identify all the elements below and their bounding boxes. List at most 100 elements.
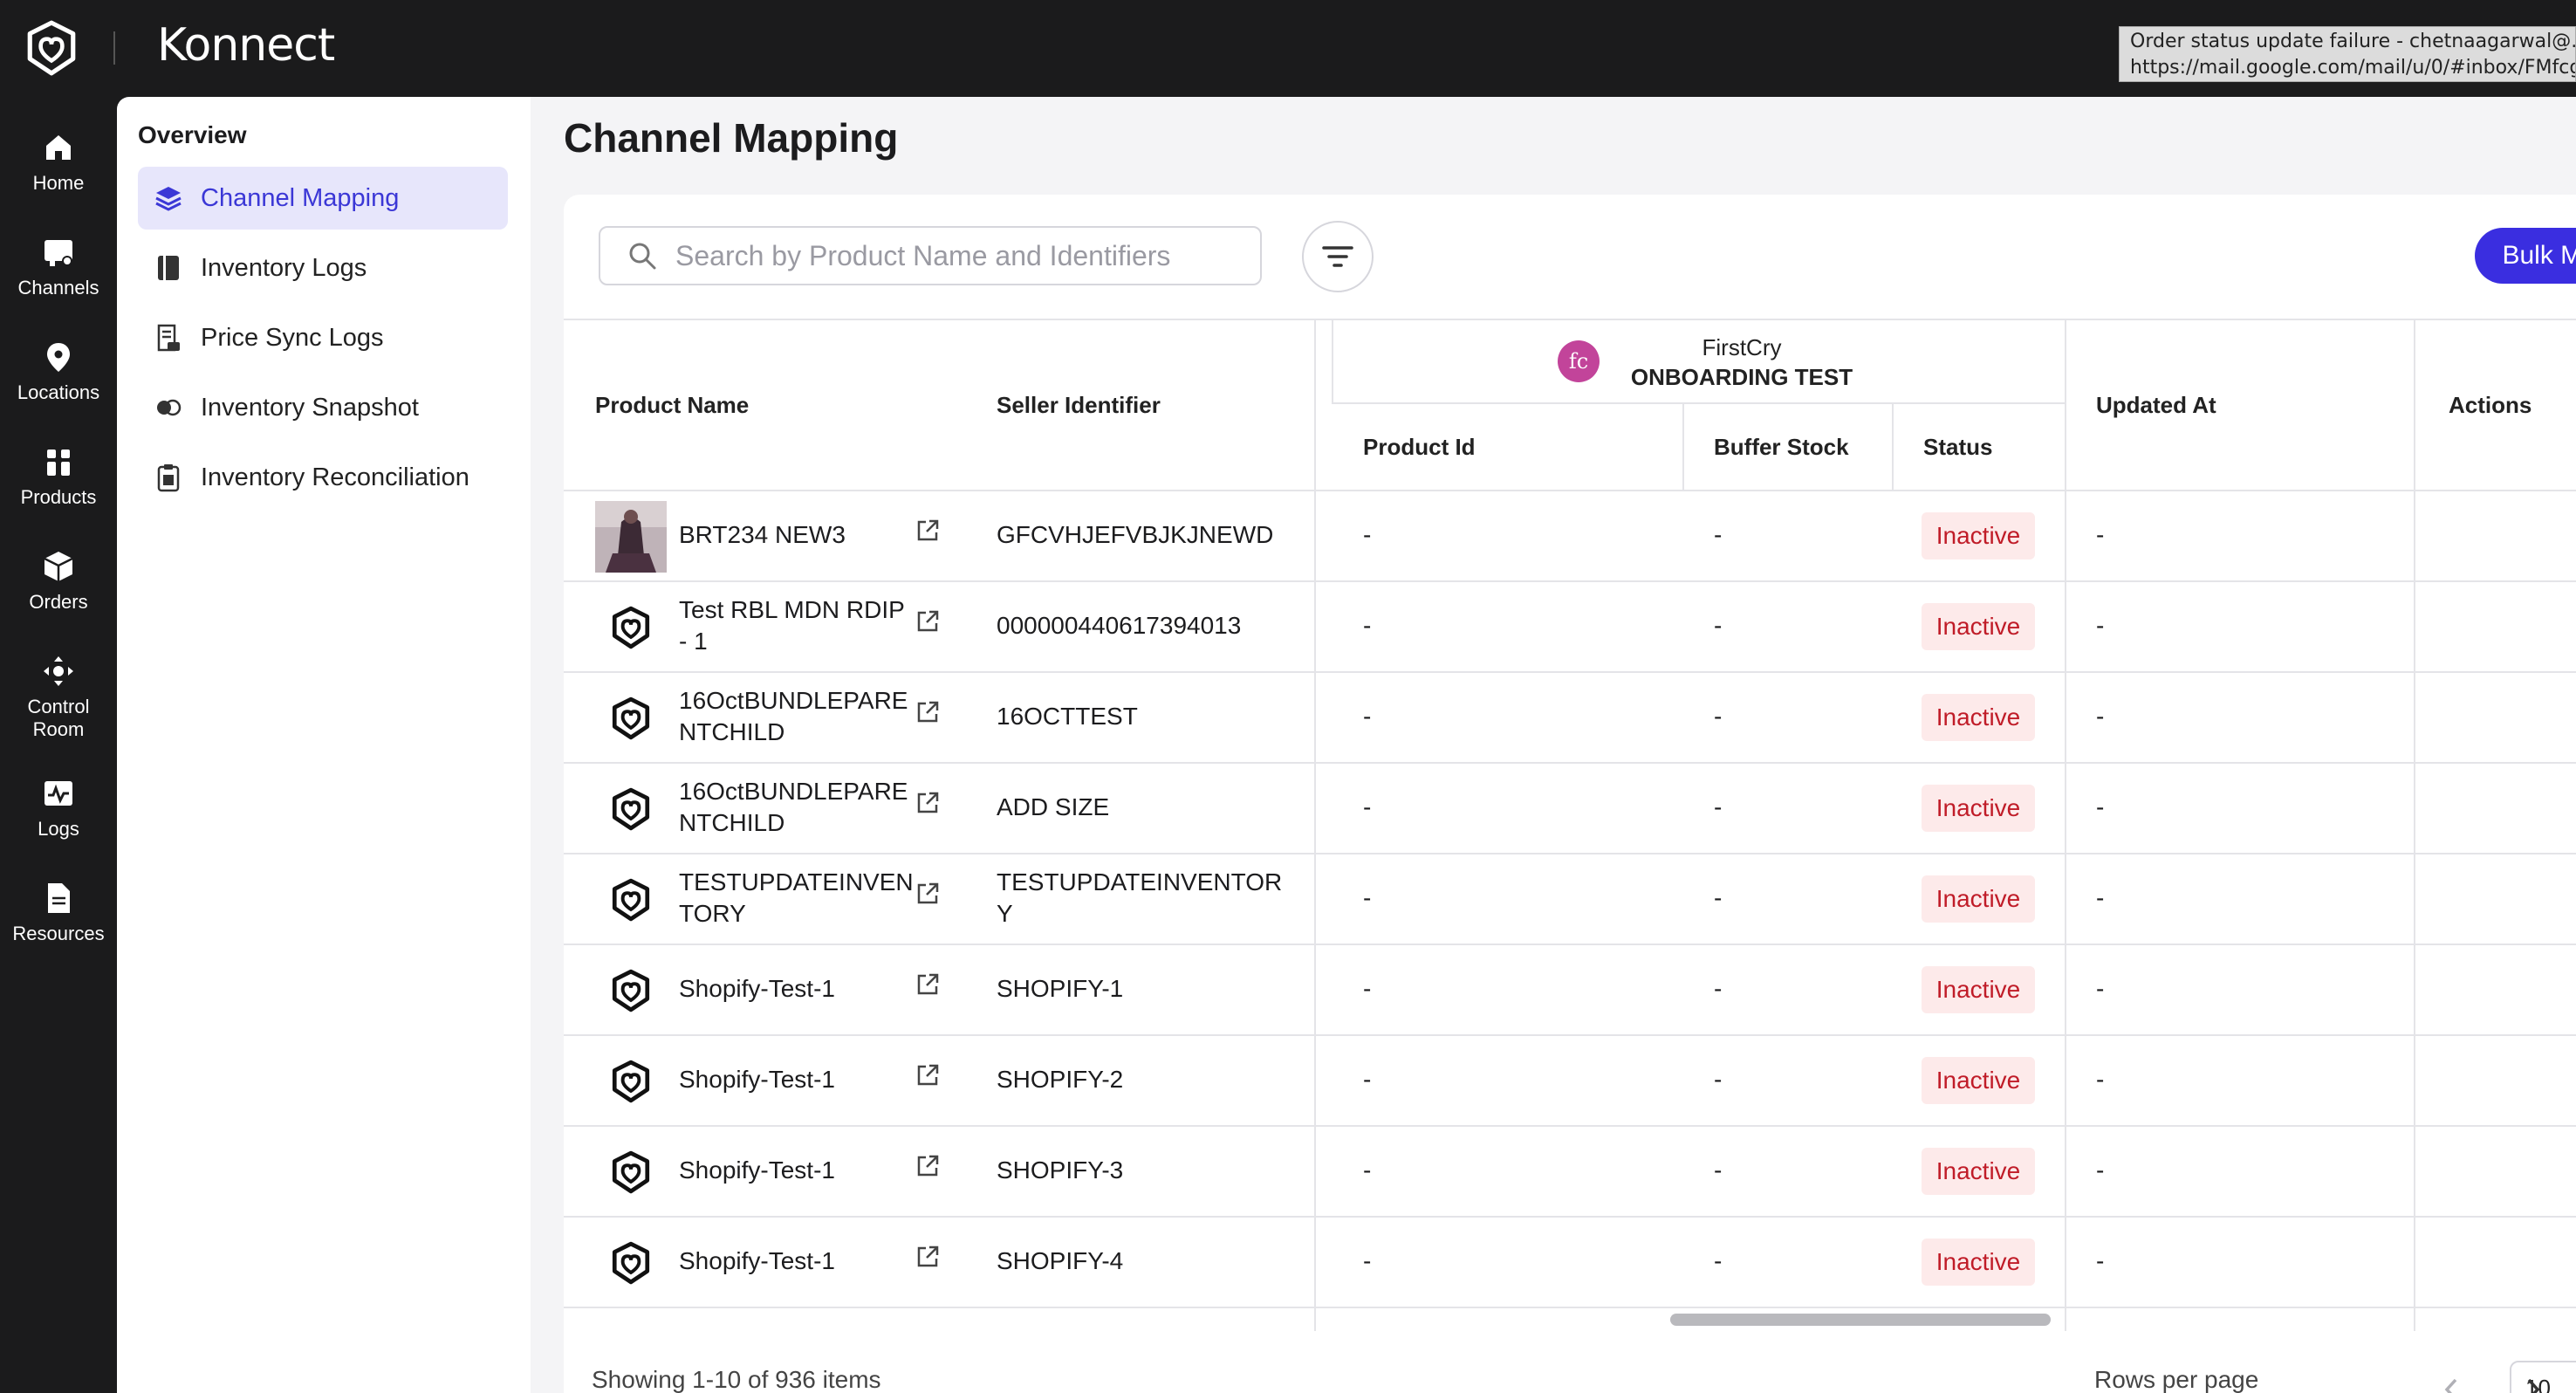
external-link-icon[interactable] <box>915 971 941 998</box>
header-product-id[interactable]: Product Id <box>1363 434 1476 461</box>
rail-item-orders[interactable]: Orders <box>0 549 117 614</box>
table-row[interactable]: Shopify-Test-1 SHOPIFY-4 - - Inactive - <box>564 1218 2576 1308</box>
rail-item-control-room[interactable]: Control Room <box>0 654 117 741</box>
sidebar-item-inventory-reconciliation[interactable]: Inventory Reconciliation <box>138 446 508 509</box>
rail-item-channels[interactable]: Channels <box>0 235 117 299</box>
rail-label: Orders <box>29 591 88 613</box>
table-row[interactable]: TESTUPDATEINVEN TORY TESTUPDATEINVENTOR Y - -… <box>564 854 2576 945</box>
external-link-icon[interactable] <box>915 608 941 635</box>
sidebar-item-inventory-snapshot[interactable]: Inventory Snapshot <box>138 376 508 439</box>
rows-per-page-label: Rows per page <box>2094 1366 2259 1393</box>
product-name-cell: Shopify-Test-1 <box>679 1155 906 1186</box>
product-name-cell: Test RBL MDN RDIP - 1 <box>679 594 906 657</box>
header-actions: Actions <box>2449 392 2532 418</box>
product-name: Shopify-Test-1 <box>679 1066 835 1093</box>
seller-identifier: SHOPIFY-3 <box>997 1156 1124 1184</box>
sidebar-item-label: Inventory Reconciliation <box>201 463 469 491</box>
header-status[interactable]: Status <box>1923 434 1992 461</box>
table-row[interactable]: Shopify-Test-1 SHOPIFY-2 - - Inactive - <box>564 1036 2576 1127</box>
table-row[interactable]: 16OctBUNDLEPARE NTCHILD 16OCTTEST - - Inactiv… <box>564 673 2576 764</box>
search-field[interactable] <box>599 226 1262 285</box>
header-updated-at[interactable]: Updated At <box>2096 392 2216 419</box>
buffer-stock-cell: - <box>1714 884 1723 911</box>
buffer-stock-cell: - <box>1714 703 1723 730</box>
seller-identifier-cell: 16OCTTEST <box>997 701 1293 732</box>
table-row[interactable]: 16OctBUNDLEPARE NTCHILD ADD SIZE - - Inactive… <box>564 764 2576 854</box>
seller-identifier: GFCVHJEFVBJKJNEWD <box>997 521 1274 548</box>
location-pin-icon <box>47 343 70 372</box>
product-name-cell: TESTUPDATEINVEN TORY <box>679 867 914 930</box>
seller-identifier-continued: Y <box>997 900 1013 927</box>
bulk-map-button[interactable]: Bulk Map <box>2475 228 2576 284</box>
buffer-stock-cell: - <box>1714 1247 1723 1274</box>
external-link-icon[interactable] <box>915 790 941 816</box>
box-icon <box>44 552 73 581</box>
primary-nav-rail: Home Channels Locations Products Orders … <box>0 97 117 1393</box>
table-row[interactable]: Test RBL MDN RDIP - 1 000000440617394013 - -… <box>564 582 2576 673</box>
status-badge: Inactive <box>1922 1057 2035 1104</box>
konnect-product-icon <box>612 1241 650 1285</box>
rail-label: Locations <box>17 381 100 403</box>
product-id-cell: - <box>1363 703 1372 730</box>
rail-item-logs[interactable]: Logs <box>0 776 117 841</box>
sidebar-item-price-sync-logs[interactable]: Price Sync Logs <box>138 306 508 369</box>
sidebar-item-label: Inventory Logs <box>201 253 367 282</box>
header-seller-identifier[interactable]: Seller Identifier <box>997 392 1161 419</box>
book-icon <box>158 256 179 280</box>
konnect-product-icon <box>612 1150 650 1194</box>
seller-identifier-cell: GFCVHJEFVBJKJNEWD <box>997 519 1293 551</box>
table-top-border <box>564 319 2576 320</box>
column-divider <box>1892 402 1894 490</box>
horizontal-scrollbar[interactable] <box>1670 1314 2051 1326</box>
external-link-icon[interactable] <box>915 1153 941 1179</box>
buffer-stock-cell: - <box>1714 1156 1723 1184</box>
rail-item-resources[interactable]: Resources <box>0 881 117 945</box>
konnect-logo-icon[interactable] <box>23 19 80 77</box>
table-row[interactable]: Shopify-Test-1 SHOPIFY-3 - - Inactive - <box>564 1127 2576 1218</box>
next-page-icon[interactable] <box>2522 1376 2543 1393</box>
seller-identifier: SHOPIFY-1 <box>997 975 1124 1002</box>
rows-per-page-select[interactable]: 10 <box>2510 1361 2576 1393</box>
product-name-continued: TORY <box>679 900 746 927</box>
filter-button[interactable] <box>1302 221 1374 292</box>
external-link-icon[interactable] <box>915 1062 941 1088</box>
product-id-cell: - <box>1363 884 1372 911</box>
updated-at-cell: - <box>2096 975 2105 1002</box>
external-link-icon[interactable] <box>915 1244 941 1270</box>
previous-page-icon[interactable] <box>2442 1376 2463 1393</box>
sidebar-item-inventory-logs[interactable]: Inventory Logs <box>138 237 508 299</box>
external-link-icon[interactable] <box>915 699 941 725</box>
buffer-stock-cell: - <box>1714 521 1723 548</box>
table-row[interactable]: BRT234 NEW3 GFCVHJEFVBJKJNEWD - - Inactive - <box>564 491 2576 582</box>
external-link-icon[interactable] <box>915 881 941 907</box>
tooltip-title: Order status update failure - chetnaagar… <box>2130 31 2576 52</box>
updated-at-cell: - <box>2096 612 2105 639</box>
top-bar: Konnect Order status update failure - ch… <box>0 0 2576 97</box>
rail-item-home[interactable]: Home <box>0 130 117 195</box>
updated-at-cell: - <box>2096 521 2105 548</box>
page-title: Channel Mapping <box>564 115 899 161</box>
header-product-name[interactable]: Product Name <box>595 392 749 419</box>
seller-identifier: TESTUPDATEINVENTOR <box>997 868 1283 896</box>
column-divider <box>1682 402 1684 490</box>
rail-label: Channels <box>17 277 99 298</box>
control-room-icon <box>44 656 73 686</box>
rail-item-products[interactable]: Products <box>0 444 117 509</box>
rail-item-locations[interactable]: Locations <box>0 340 117 404</box>
product-name: BRT234 NEW3 <box>679 521 846 548</box>
sidebar-item-channel-mapping[interactable]: Channel Mapping <box>138 167 508 230</box>
search-input[interactable] <box>675 239 1234 272</box>
status-badge: Inactive <box>1922 603 2035 650</box>
updated-at-cell: - <box>2096 1156 2105 1184</box>
table-row[interactable]: Shopify-Test-1 SHOPIFY-1 - - Inactive - <box>564 945 2576 1036</box>
updated-at-cell: - <box>2096 793 2105 820</box>
product-name-continued: NTCHILD <box>679 718 785 745</box>
snapshot-icon <box>157 399 182 416</box>
status-badge: Inactive <box>1922 1239 2035 1286</box>
header-buffer-stock[interactable]: Buffer Stock <box>1714 434 1849 461</box>
channel-group-header: FirstCry ONBOARDING TEST <box>1611 333 1873 392</box>
external-link-icon[interactable] <box>915 518 941 544</box>
receipt-icon <box>157 324 180 352</box>
sidebar-item-label: Price Sync Logs <box>201 323 384 352</box>
product-name: 16OctBUNDLEPARE <box>679 687 908 714</box>
